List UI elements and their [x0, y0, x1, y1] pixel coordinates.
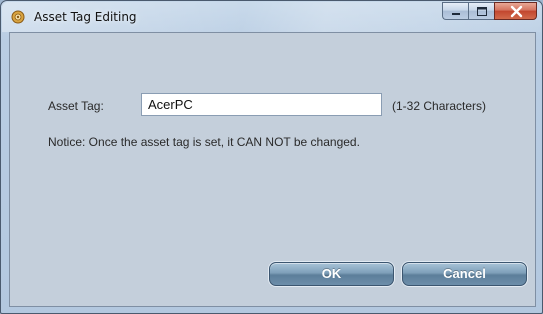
- dialog-body: Asset Tag: (1-32 Characters) Notice: Onc…: [9, 32, 536, 307]
- cancel-button[interactable]: Cancel: [402, 262, 527, 286]
- ok-button[interactable]: OK: [269, 262, 394, 286]
- dialog-window: Asset Tag Editing Asset Tag: AcerPC (1-3…: [0, 0, 543, 314]
- caption-buttons: [442, 2, 537, 20]
- maximize-button[interactable]: [468, 2, 494, 20]
- title-bar[interactable]: Asset Tag Editing: [1, 1, 542, 33]
- gear-icon: [11, 10, 25, 24]
- minimize-button[interactable]: [442, 2, 468, 20]
- window-title: Asset Tag Editing: [34, 10, 137, 24]
- asset-tag-label: Asset Tag:: [48, 99, 104, 113]
- close-icon: [510, 5, 523, 18]
- asset-tag-input[interactable]: [141, 93, 382, 116]
- close-button[interactable]: [494, 2, 537, 20]
- asset-tag-hint: (1-32 Characters): [392, 99, 487, 113]
- minimize-icon: [452, 13, 460, 15]
- notice-text: Notice: Once the asset tag is set, it CA…: [48, 135, 360, 149]
- maximize-icon: [477, 7, 487, 16]
